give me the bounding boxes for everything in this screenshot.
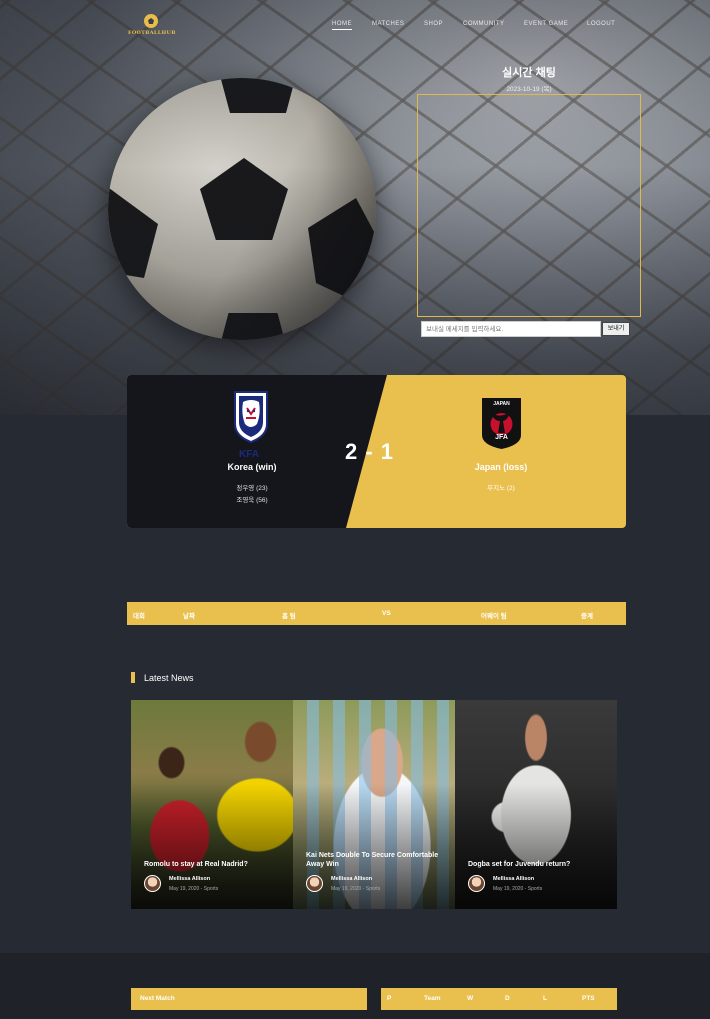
news-card[interactable]: Dogba set for Juvendu return? Mellissa A… (455, 700, 617, 909)
latest-news-title: Latest News (144, 672, 194, 683)
news-author: Mellissa Allison (169, 876, 211, 882)
home-team-name: Korea (win) (227, 462, 277, 472)
schedule-col-home: 홈 팀 (282, 613, 296, 620)
logo-text: FOOTBALLHUB (128, 30, 176, 36)
author-avatar (144, 875, 161, 892)
home-scorer: 조영욱 (56) (236, 497, 268, 504)
nav-logout[interactable]: LOGOUT (587, 21, 615, 27)
standings-col-wins: W (467, 995, 474, 1002)
standings-table-header: P Team W D L PTS (381, 988, 617, 1010)
chat-messages-panel[interactable] (417, 94, 641, 317)
home-scorer: 정우영 (23) (236, 485, 268, 492)
nav-community[interactable]: COMMUNITY (463, 21, 505, 27)
away-scorer: 무지노 (2) (487, 485, 515, 492)
news-card[interactable]: Kai Nets Double To Secure Comfortable Aw… (293, 700, 455, 909)
match-schedule-header: 대회 날짜 홈 팀 VS 어웨이 팀 중계 (127, 602, 626, 625)
news-title[interactable]: Kai Nets Double To Secure Comfortable Aw… (306, 851, 446, 869)
chat-date: 2023-10-19 (목) (506, 86, 552, 93)
away-scorers: 무지노 (2) (441, 483, 561, 495)
ball-icon (144, 14, 158, 28)
chat-send-button[interactable]: 보내기 (602, 322, 630, 336)
nav-shop[interactable]: SHOP (424, 21, 443, 27)
news-author: Mellissa Allison (493, 876, 535, 882)
news-meta: May 19, 2020 - Sports (493, 886, 543, 892)
schedule-col-date: 날짜 (183, 613, 195, 620)
news-cards: Romolu to stay at Real Nadrid? Mellissa … (131, 700, 617, 909)
schedule-col-broadcast: 중계 (581, 613, 593, 620)
chat-title: 실시간 채팅 (502, 67, 556, 79)
news-title[interactable]: Romolu to stay at Real Nadrid? (144, 860, 284, 869)
chat-message-input[interactable] (421, 321, 601, 337)
standings-col-draws: D (505, 995, 510, 1002)
match-score: 2 - 1 (345, 439, 395, 464)
schedule-col-away: 어웨이 팀 (481, 613, 507, 620)
home-scorers: 정우영 (23) 조영욱 (56) (192, 483, 312, 507)
news-author: Mellissa Allison (331, 876, 373, 882)
nav-home[interactable]: HOME (332, 21, 352, 30)
news-card[interactable]: Romolu to stay at Real Nadrid? Mellissa … (131, 700, 293, 909)
away-team-name: Japan (loss) (474, 462, 528, 472)
nav-event-game[interactable]: EVENT GAME (524, 21, 568, 27)
nav-matches[interactable]: MATCHES (372, 21, 404, 27)
standings-col-team: Team (424, 995, 441, 1002)
standings-col-position: P (387, 995, 392, 1002)
news-meta: May 19, 2020 - Sports (169, 886, 219, 892)
japan-logo-top-text: JAPAN (493, 401, 510, 407)
news-meta: May 19, 2020 - Sports (331, 886, 381, 892)
schedule-col-vs: VS (382, 610, 391, 617)
korea-logo-text: KFA (239, 449, 259, 460)
heading-accent-bar (131, 672, 135, 683)
schedule-col-competition: 대회 (133, 613, 145, 620)
japan-team-logo: JAPAN JFA (482, 398, 521, 449)
standings-col-points: PTS (582, 995, 595, 1002)
standings-col-losses: L (543, 995, 547, 1002)
author-avatar (468, 875, 485, 892)
next-match-header: Next Match (131, 988, 367, 1010)
latest-news-heading: Latest News (131, 672, 194, 683)
next-match-label: Next Match (140, 995, 175, 1002)
korea-team-logo (234, 391, 268, 444)
site-logo[interactable]: FOOTBALLHUB (128, 14, 176, 36)
news-title[interactable]: Dogba set for Juvendu return? (468, 860, 608, 869)
japan-logo-jfa-text: JFA (495, 434, 508, 441)
author-avatar (306, 875, 323, 892)
